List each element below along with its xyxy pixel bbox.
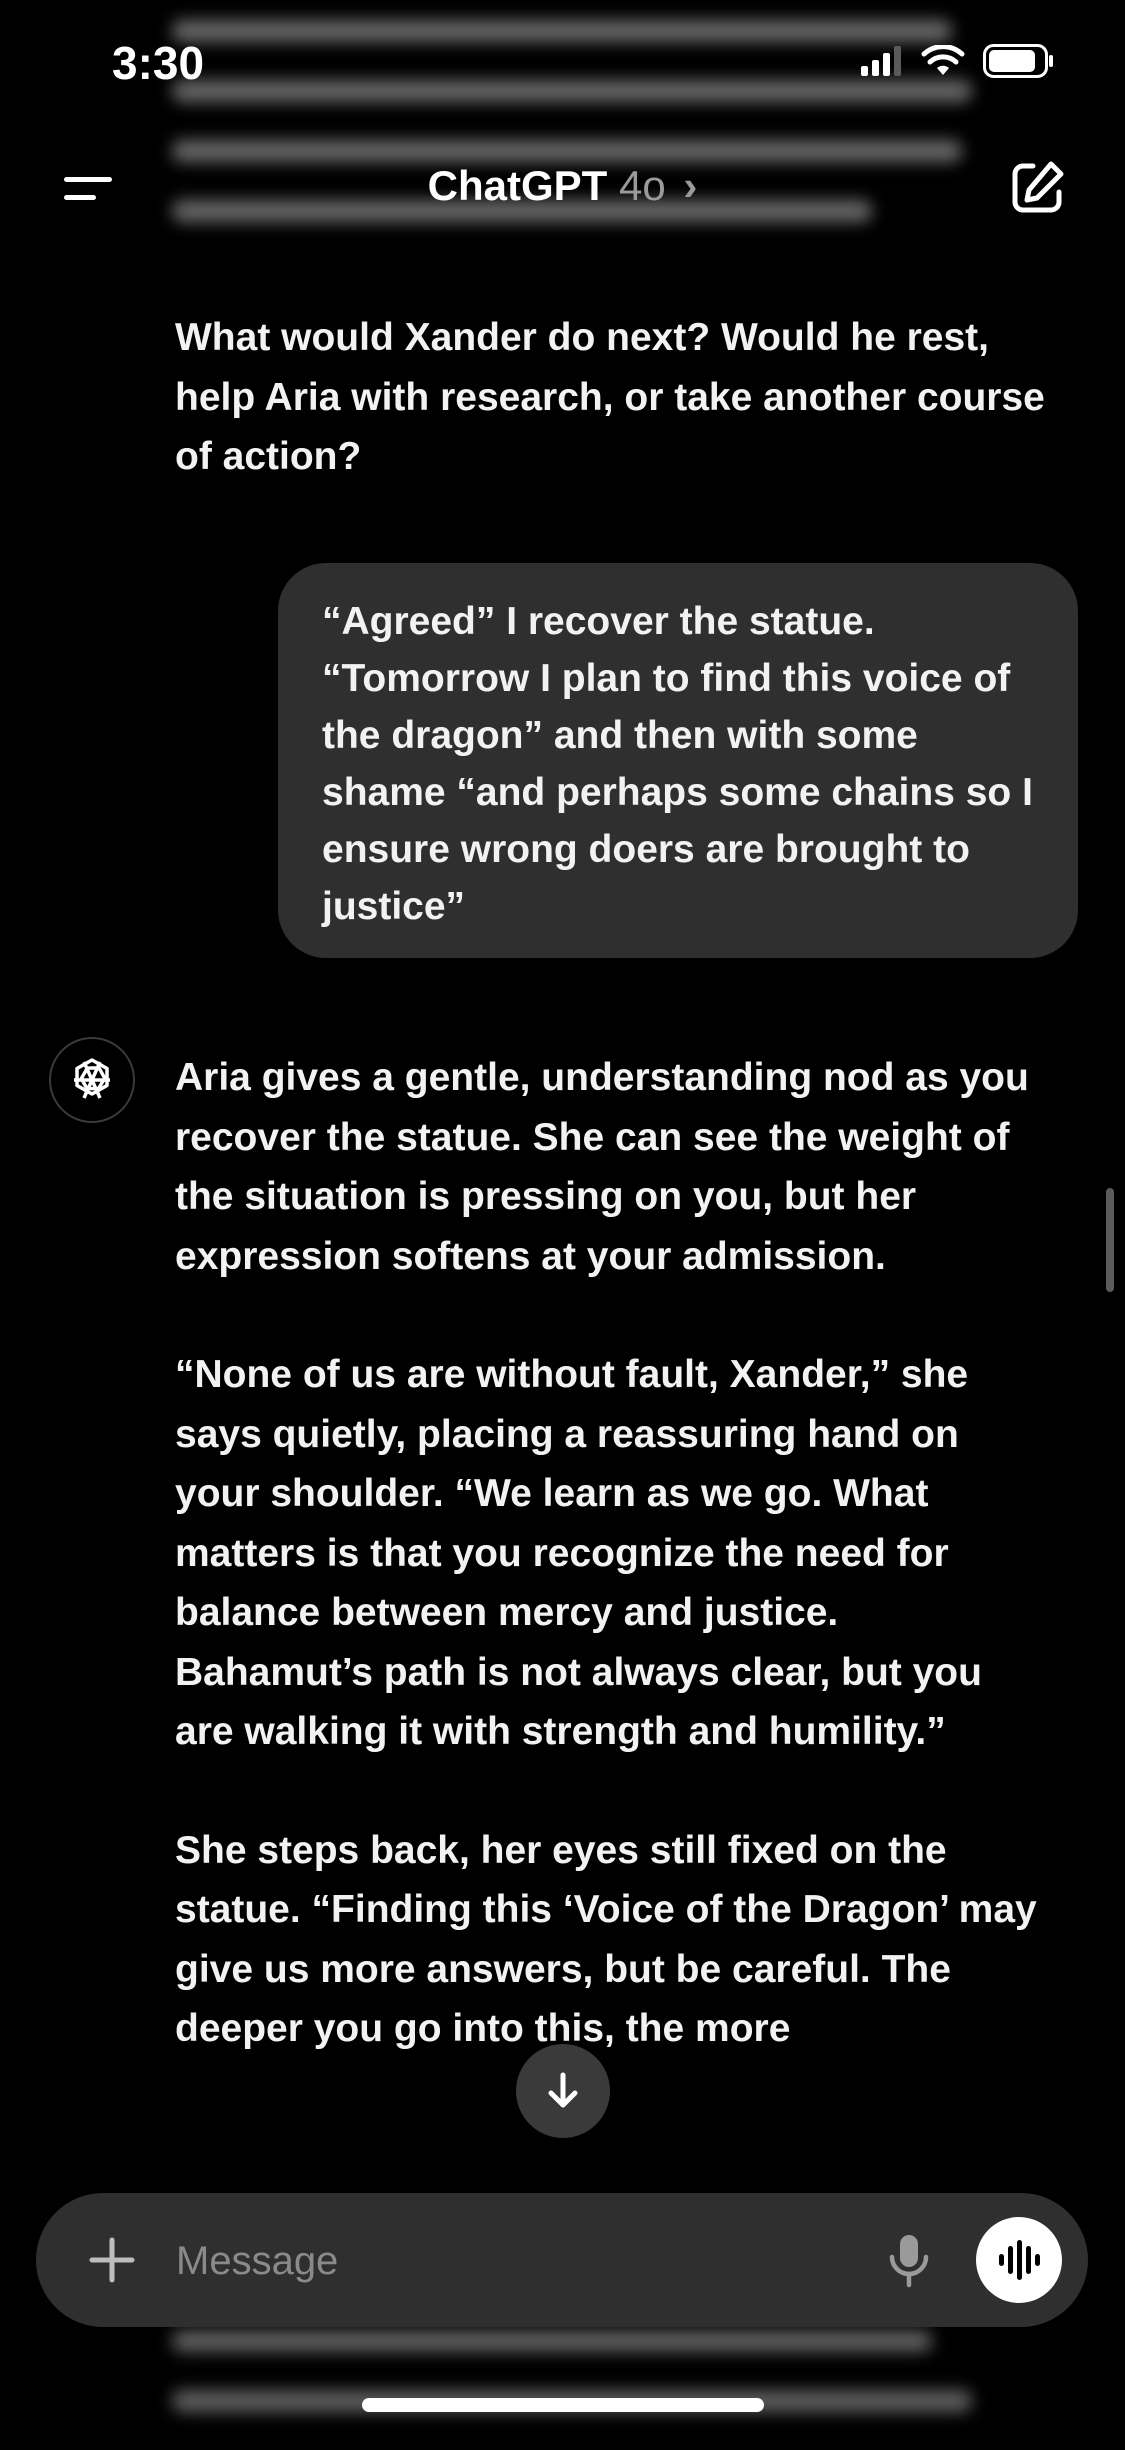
assistant-paragraph-2: “None of us are without fault, Xander,” …: [175, 1353, 982, 1753]
arrow-down-icon: [548, 2072, 578, 2108]
home-indicator[interactable]: [362, 2398, 764, 2412]
model-label: 4o: [618, 162, 666, 209]
mic-icon: [889, 2235, 929, 2288]
assistant-avatar: [49, 1037, 177, 1125]
scroll-to-bottom-button[interactable]: [516, 2044, 610, 2138]
assistant-paragraph-3: She steps back, her eyes still fixed on …: [175, 1828, 1037, 2051]
wifi-icon: [921, 45, 965, 75]
blurred-following-text: [172, 2330, 992, 2450]
openai-logo-icon: [74, 1058, 110, 1099]
user-message-text: “Agreed” I recover the statue. “Tomorrow…: [322, 600, 1033, 928]
voice-waveform-icon: [999, 2240, 1040, 2280]
dictation-button[interactable]: [876, 2227, 942, 2293]
status-time: 3:30: [112, 37, 205, 89]
app-title: ChatGPT: [427, 162, 608, 209]
user-message-bubble: “Agreed” I recover the statue. “Tomorrow…: [278, 563, 1078, 958]
chevron-right-icon: ›: [683, 162, 698, 209]
top-nav: ChatGPT 4o ›: [0, 140, 1125, 240]
voice-mode-button[interactable]: [976, 2217, 1062, 2303]
plus-icon: [89, 2237, 135, 2283]
assistant-reply: Aria gives a gentle, understanding nod a…: [175, 1048, 1045, 2118]
new-chat-button[interactable]: [1007, 158, 1067, 218]
assistant-paragraph-1: Aria gives a gentle, understanding nod a…: [175, 1056, 1029, 1278]
cellular-signal-icon: [861, 46, 901, 76]
assistant-avatar-circle: [49, 1037, 135, 1123]
attach-button[interactable]: [82, 2230, 142, 2290]
status-icons: [861, 44, 1055, 78]
compose-icon: [1012, 161, 1064, 213]
assistant-paragraph: What would Xander do next? Would he rest…: [175, 316, 1045, 478]
assistant-message-text: What would Xander do next? Would he rest…: [175, 308, 1045, 546]
model-selector[interactable]: ChatGPT 4o ›: [0, 162, 1125, 210]
status-bar: 3:30: [0, 0, 1125, 130]
battery-icon: [983, 44, 1053, 78]
message-input[interactable]: [174, 2225, 878, 2297]
scrollbar[interactable]: [1106, 1188, 1114, 1292]
message-composer: [36, 2193, 1088, 2327]
